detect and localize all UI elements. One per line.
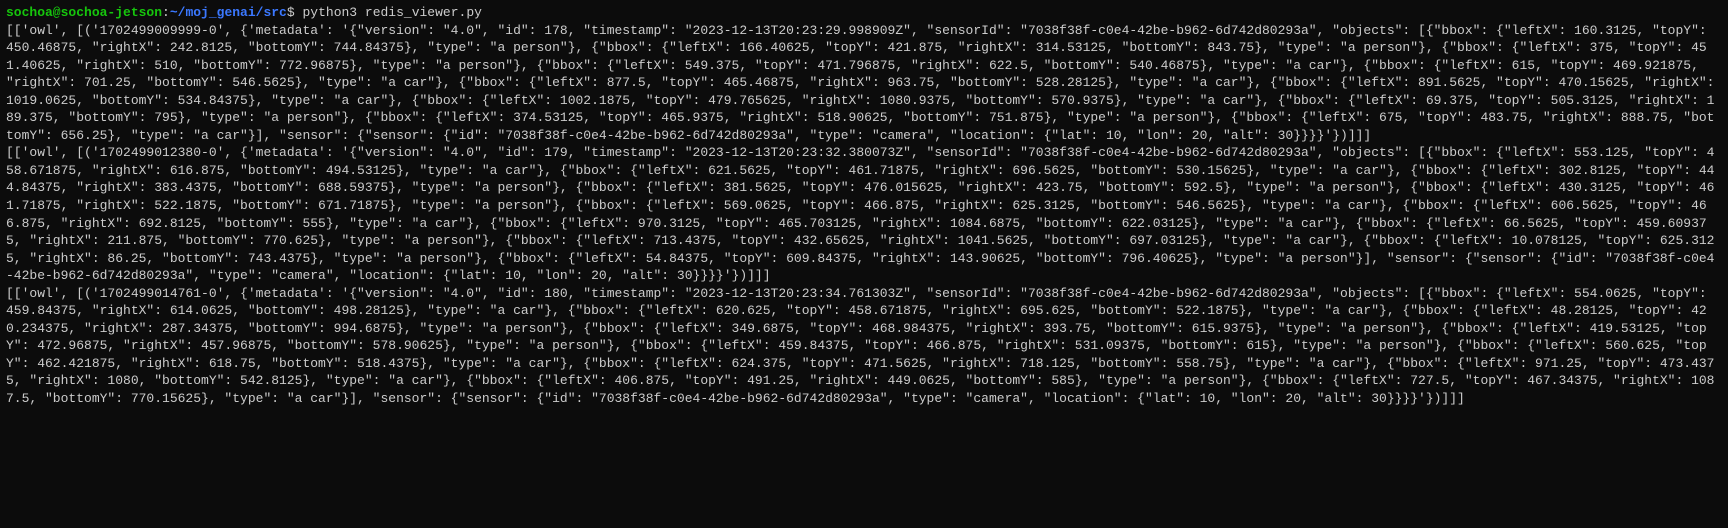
user-host: sochoa@sochoa-jetson	[6, 5, 162, 20]
shell-prompt[interactable]: sochoa@sochoa-jetson:~/moj_genai/src$ py…	[6, 4, 1722, 22]
terminal-output: [['owl', [('1702499009999-0', {'metadata…	[6, 22, 1722, 408]
prompt-colon: :	[162, 5, 170, 20]
cwd-path: ~/moj_genai/src	[170, 5, 287, 20]
typed-command: python3 redis_viewer.py	[295, 5, 482, 20]
prompt-dollar: $	[287, 5, 295, 20]
